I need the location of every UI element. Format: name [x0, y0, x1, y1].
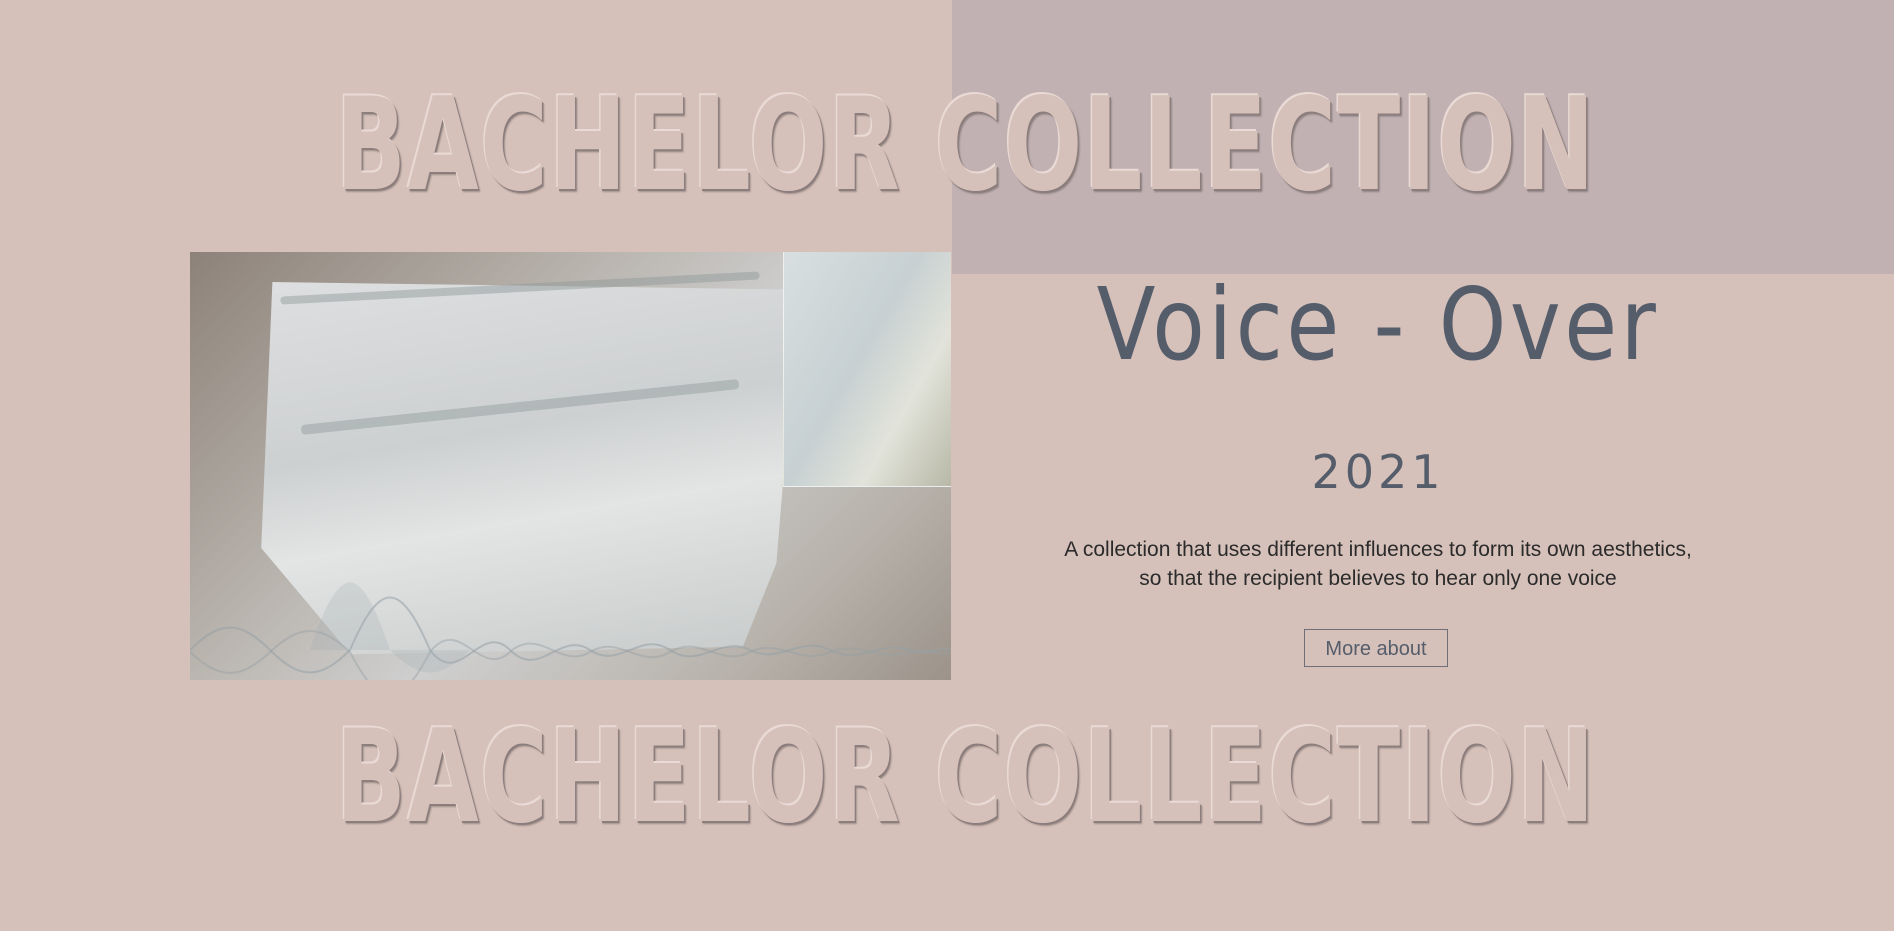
- sound-wave-graphic: [190, 582, 951, 680]
- project-title: Voice - Over: [1096, 266, 1660, 383]
- description-line: A collection that uses different influen…: [1064, 538, 1692, 561]
- collection-photo: [190, 252, 951, 680]
- description-line: so that the recipient believes to hear o…: [1139, 567, 1617, 590]
- project-description: A collection that uses different influen…: [952, 535, 1804, 593]
- more-about-button[interactable]: More about: [1304, 629, 1448, 667]
- project-year: 2021: [1311, 445, 1445, 499]
- photo-inset: [783, 252, 951, 487]
- collection-title-bottom: BACHELOR COLLECTION: [335, 703, 1596, 852]
- page: BACHELOR COLLECTION Voice - Over 2021 A …: [0, 0, 1894, 931]
- collection-title-top: BACHELOR COLLECTION: [335, 71, 1596, 220]
